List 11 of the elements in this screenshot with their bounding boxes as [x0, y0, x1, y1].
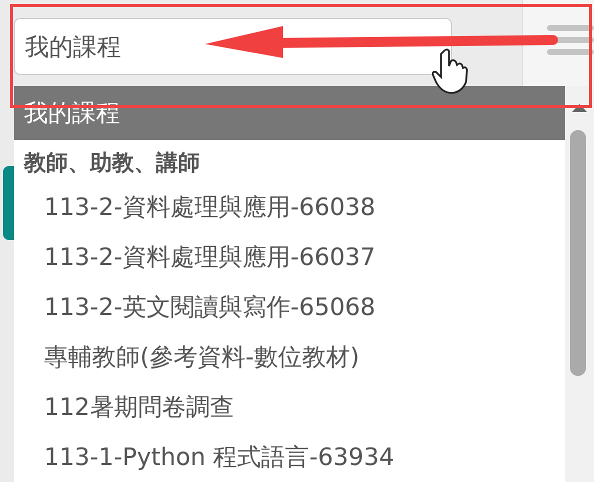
dropdown-option[interactable]: 專輔教師(參考資料-數位教材)	[14, 332, 565, 382]
group-label: 教師、助教、講師	[22, 150, 201, 178]
dropdown-option[interactable]: 113-1-Python 程式語言-63934	[14, 432, 565, 482]
scrollbar-thumb[interactable]	[570, 130, 586, 376]
menu-icon[interactable]	[544, 22, 594, 58]
hand-cursor-icon	[432, 48, 468, 94]
scroll-up-icon[interactable]	[572, 104, 587, 112]
dropdown-option[interactable]: 113-2-資料處理與應用-66037	[14, 232, 565, 282]
dropdown-option[interactable]: 113-2-英文閱讀與寫作-65068	[14, 282, 565, 332]
dropdown-option[interactable]: 112暑期問卷調查	[14, 382, 565, 432]
dropdown-option[interactable]: 113-2-資料處理與應用-66038	[14, 182, 565, 232]
